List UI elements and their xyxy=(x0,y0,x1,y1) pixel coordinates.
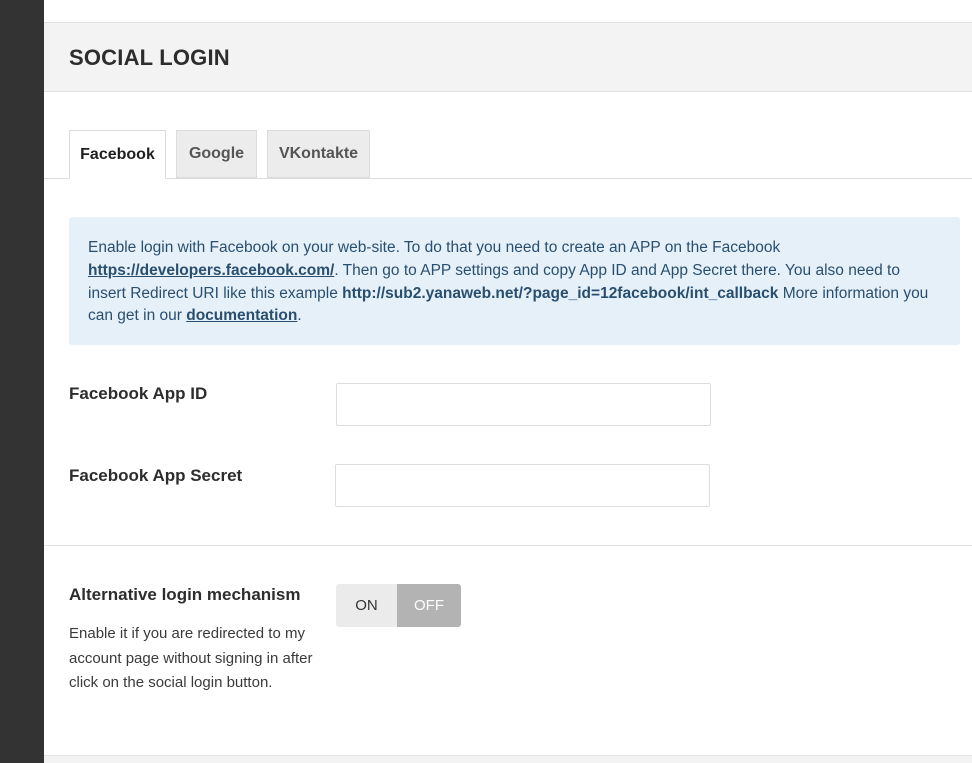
tabs-divider xyxy=(44,178,972,179)
app-secret-label: Facebook App Secret xyxy=(69,466,243,485)
toggle-off-button[interactable]: OFF xyxy=(397,584,461,627)
tab-facebook[interactable]: Facebook xyxy=(69,130,166,179)
tab-google[interactable]: Google xyxy=(176,130,257,178)
developers-link[interactable]: https://developers.facebook.com/ xyxy=(88,262,334,279)
section-title: SOCIAL LOGIN xyxy=(69,45,230,70)
alternative-login-label: Alternative login mechanism xyxy=(69,585,301,604)
admin-sidebar xyxy=(0,0,44,763)
app-id-label: Facebook App ID xyxy=(69,384,208,403)
documentation-link[interactable]: documentation xyxy=(186,307,297,324)
toggle-on-button[interactable]: ON xyxy=(336,584,397,627)
tab-vkontakte[interactable]: VKontakte xyxy=(267,130,370,178)
top-bar xyxy=(44,0,972,23)
alternative-login-toggle[interactable]: ON OFF xyxy=(336,584,461,627)
section-header: SOCIAL LOGIN xyxy=(44,23,972,92)
app-id-input[interactable] xyxy=(336,383,711,426)
bottom-band xyxy=(44,755,972,763)
info-notice: Enable login with Facebook on your web-s… xyxy=(69,217,960,345)
section-divider xyxy=(44,545,972,546)
alternative-login-description: Enable it if you are redirected to my ac… xyxy=(69,625,313,692)
settings-panel: SOCIAL LOGIN Facebook Google VKontakte E… xyxy=(44,0,972,763)
notice-text: . xyxy=(297,307,302,325)
notice-text: Enable login with Facebook on your web-s… xyxy=(88,239,781,256)
app-secret-input[interactable] xyxy=(335,464,710,507)
redirect-uri: http://sub2.yanaweb.net/?page_id=12faceb… xyxy=(342,284,779,302)
